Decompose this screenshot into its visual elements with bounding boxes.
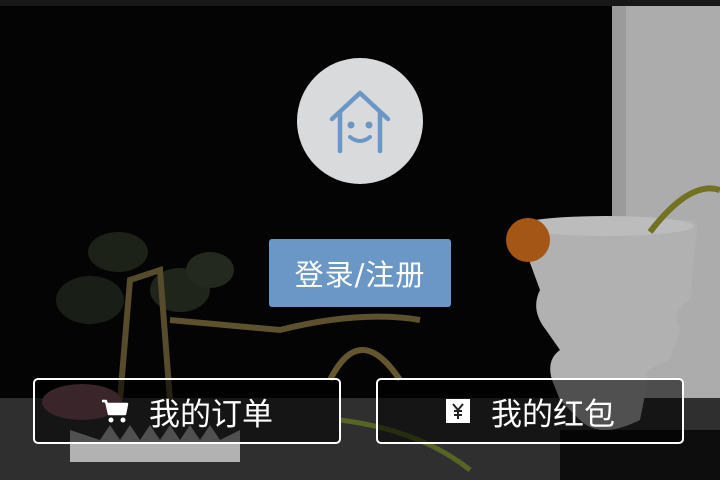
my-red-packets-label: 我的红包: [491, 396, 615, 433]
cart-icon: [101, 398, 129, 424]
my-orders-label: 我的订单: [149, 396, 273, 433]
my-red-packets-button[interactable]: 我的红包: [376, 378, 684, 444]
house-smile-icon: [324, 85, 396, 157]
avatar[interactable]: [297, 58, 423, 184]
yen-icon: [445, 398, 471, 424]
login-register-button[interactable]: 登录/注册: [269, 239, 451, 307]
user-center-screen: 登录/注册 我的订单 我的红包: [0, 0, 720, 480]
login-register-label: 登录/注册: [294, 258, 426, 292]
my-orders-button[interactable]: 我的订单: [33, 378, 341, 444]
